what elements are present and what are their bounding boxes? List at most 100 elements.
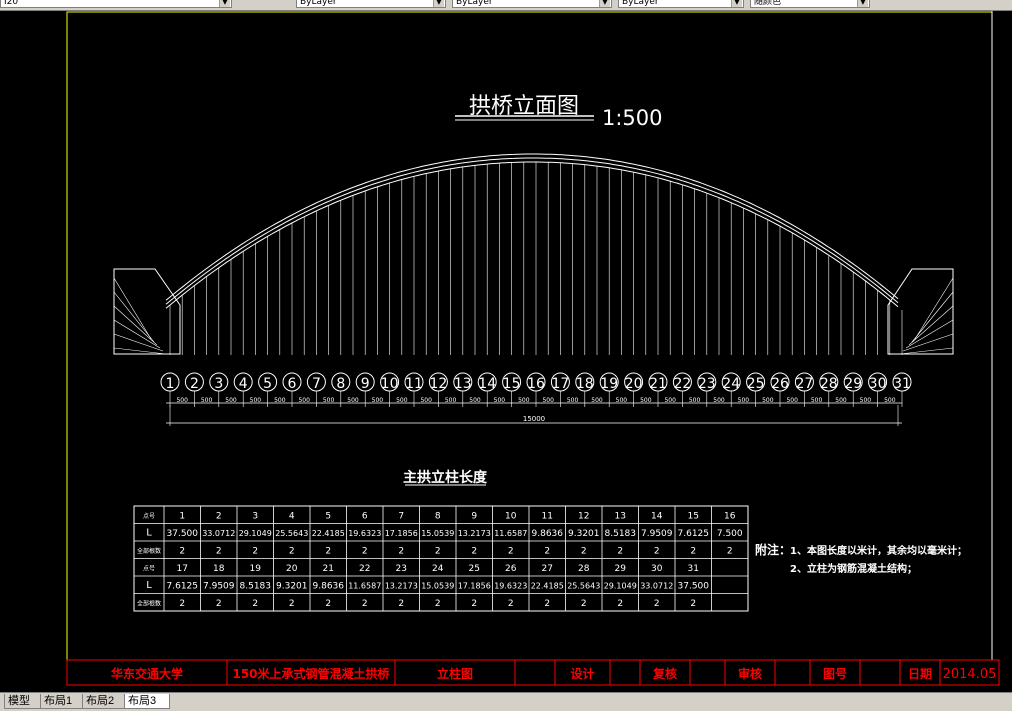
table-cell: 30	[651, 564, 663, 574]
pier-label: 31	[893, 376, 911, 392]
table-cell: 33.0712	[202, 529, 235, 538]
table-cell: 13	[615, 512, 626, 522]
table-cell: 22.4185	[531, 582, 564, 591]
pier-label: 4	[239, 376, 248, 392]
pier-label: 13	[454, 376, 472, 392]
table-cell: 23	[396, 564, 407, 574]
span-dimension-label: 500	[420, 397, 432, 404]
span-dimension-label: 500	[835, 397, 847, 404]
chevron-down-icon[interactable]: ▼	[857, 0, 868, 7]
table-cell: 11.6587	[348, 582, 381, 591]
table-cell: 2	[362, 547, 368, 557]
table-cell: 17	[177, 564, 188, 574]
table-cell: 2	[690, 547, 696, 557]
pier-label: 26	[771, 376, 789, 392]
table-cell: 24	[432, 564, 444, 574]
span-dimension-label: 500	[811, 397, 823, 404]
title-check: 复核	[652, 666, 677, 681]
table-cell: 2	[289, 599, 295, 609]
table-cell: 19.6323	[348, 529, 381, 538]
table-cell: 27	[542, 564, 553, 574]
span-dimension-label: 500	[762, 397, 774, 404]
tab-layout-1[interactable]: 布局1	[40, 694, 86, 709]
table-cell: 8	[435, 512, 441, 522]
table-cell: 2	[508, 599, 514, 609]
table-cell: 29.1049	[604, 582, 637, 591]
span-dimension-label: 500	[860, 397, 872, 404]
table-cell: 2	[544, 599, 550, 609]
toolbar-combo-2[interactable]: ByLayer ▼	[296, 0, 446, 8]
table-cell: 22	[359, 564, 370, 574]
span-dimension-label: 500	[738, 397, 750, 404]
toolbar-combo-3[interactable]: ByLayer ▼	[452, 0, 612, 8]
span-dimension-label: 500	[884, 397, 896, 404]
table-cell: 2	[508, 547, 514, 557]
table-cell: 2	[654, 547, 660, 557]
pier-label: 19	[600, 376, 618, 392]
pier-label: 11	[405, 376, 423, 392]
span-dimension-label: 500	[201, 397, 213, 404]
span-dimension-label: 500	[518, 397, 530, 404]
table-cell: 2	[435, 599, 441, 609]
table-cell: 2	[727, 547, 733, 557]
layout-tabs: 模型 布局1 布局2 布局3	[0, 692, 1012, 711]
toolbar-combo-5[interactable]: 随颜色 ▼	[750, 0, 870, 8]
span-dimension-label: 500	[494, 397, 506, 404]
tab-model[interactable]: 模型	[4, 694, 44, 709]
toolbar-combo-1[interactable]: I20 ▼	[0, 0, 232, 8]
pier-label: 16	[527, 376, 545, 392]
table-cell: 8.5183	[240, 582, 272, 592]
pier-label: 10	[381, 376, 399, 392]
span-dimension-label: 500	[347, 397, 359, 404]
table-cell: 14	[651, 512, 663, 522]
table-row-header: L	[146, 580, 152, 591]
table-cell: 2	[179, 547, 185, 557]
table-cell: 2	[617, 599, 623, 609]
table-cell: 2	[362, 599, 368, 609]
chevron-down-icon[interactable]: ▼	[731, 0, 742, 7]
table-cell: 15.0539	[421, 529, 454, 538]
drawing-canvas[interactable]: 1 2 3 4 5 6 7 8 9 10 11 12 13 14 15 16 17 18 19 20 21 22 23 24 2…	[0, 11, 1012, 691]
toolbar-combo-4[interactable]: ByLayer ▼	[618, 0, 744, 8]
table-cell: 9.8636	[532, 529, 564, 539]
notes-label: 附注：	[755, 542, 791, 557]
span-dimension-label: 500	[176, 397, 188, 404]
table-cell: 5	[325, 512, 331, 522]
table-cell: 26	[505, 564, 517, 574]
title-date: 2014.05	[943, 667, 997, 682]
table-row-header: L	[146, 528, 152, 539]
tab-layout-2[interactable]: 布局2	[82, 694, 128, 709]
notes-line-1: 1、本图长度以米计，其余均以毫米计；	[790, 544, 967, 557]
table-cell: 28	[578, 564, 590, 574]
tab-layout-3[interactable]: 布局3	[124, 694, 170, 709]
table-cell: 15	[688, 512, 699, 522]
title-project: 150米上承式钢管混凝土拱桥	[232, 666, 390, 681]
table-cell: 33.0712	[640, 582, 673, 591]
table-cell: 2	[471, 599, 477, 609]
span-dimension-label: 500	[225, 397, 237, 404]
table-cell: 37.500	[678, 582, 710, 592]
table-cell: 1	[179, 512, 185, 522]
table-cell: 7.9509	[203, 582, 235, 592]
post-length-table: 点号L全部根数点号L全部根数1 2 3 4 5 6 7 8 9 10 11 12 13 14 15 1637.…	[133, 505, 749, 612]
span-dimension-label: 500	[786, 397, 798, 404]
pier-label: 15	[503, 376, 521, 392]
pier-label: 21	[649, 376, 667, 392]
span-dimension-label: 500	[567, 397, 579, 404]
table-cell: 6	[362, 512, 368, 522]
table-cell: 29.1049	[239, 529, 272, 538]
table-cell: 2	[544, 547, 550, 557]
span-dimension-label: 500	[372, 397, 384, 404]
pier-label: 9	[361, 376, 370, 392]
chevron-down-icon[interactable]: ▼	[219, 0, 230, 7]
table-cell: 18	[213, 564, 225, 574]
table-row-header: 全部根数	[137, 547, 161, 555]
chevron-down-icon[interactable]: ▼	[433, 0, 444, 7]
chevron-down-icon[interactable]: ▼	[599, 0, 610, 7]
table-row-header: 点号	[143, 565, 155, 573]
span-dimension-label: 500	[298, 397, 310, 404]
pier-label: 1	[166, 376, 175, 392]
toolbar-combo-value: ByLayer	[300, 0, 337, 7]
span-dimension-label: 500	[689, 397, 701, 404]
table-cell: 2	[216, 599, 222, 609]
